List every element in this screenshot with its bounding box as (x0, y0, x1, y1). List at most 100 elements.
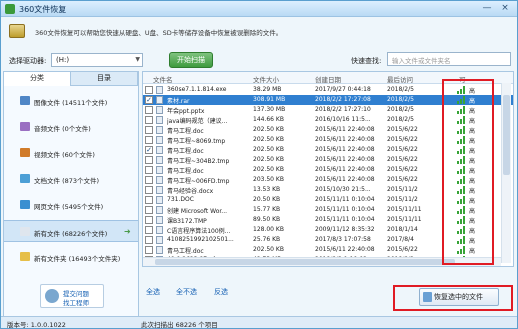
file-icon (156, 146, 163, 154)
category-item[interactable]: 音频文件 (0个文件) (4, 116, 138, 138)
file-icon (156, 196, 163, 204)
category-item[interactable]: 新有文件夹 (16493个文件夹) (4, 246, 138, 268)
category-item[interactable]: 新有文件 (68226个文件) ➜ (4, 220, 138, 242)
cell-size: 38.29 MB (253, 86, 282, 93)
status-bar: 版本号: 1.0.0.1022 此次扫描出 68226 个项目 (1, 316, 517, 329)
select-none-link[interactable]: 全不选 (176, 287, 197, 297)
category-item[interactable]: 图像文件 (14511个文件) (4, 90, 138, 112)
tab-directory[interactable]: 目录 (71, 72, 138, 86)
row-checkbox[interactable] (145, 86, 153, 94)
row-checkbox[interactable] (145, 166, 153, 174)
cell-size: 137.30 MB (253, 106, 286, 113)
cell-created: 2015/11/11 0:10:04 (315, 206, 375, 213)
cell-name: 360se7.1.1.814.exe (167, 86, 227, 93)
file-icon (156, 86, 163, 94)
cell-size: 202.50 KB (253, 136, 284, 143)
cell-name: 创建 Microsoft Wor... (167, 208, 228, 215)
document-icon (20, 174, 30, 183)
file-icon (156, 246, 163, 254)
category-label: 新有文件 (68226个文件) (34, 230, 108, 238)
row-checkbox[interactable] (145, 106, 153, 114)
cell-name: 青马工程.doc (167, 248, 204, 255)
row-checkbox[interactable] (145, 236, 153, 244)
row-checkbox[interactable]: ✓ (145, 146, 153, 154)
row-checkbox[interactable] (145, 226, 153, 234)
help-line2: 找工程师 (63, 299, 89, 307)
cell-size: 128.00 KB (253, 226, 284, 233)
scroll-thumb[interactable] (503, 95, 510, 175)
submit-question-button[interactable]: 提交问题 找工程师 (40, 284, 104, 308)
minimize-button[interactable]: — (479, 3, 495, 15)
category-item[interactable]: 网页文件 (5495个文件) (4, 194, 138, 216)
header-accessed[interactable]: 最后访问 (387, 74, 413, 84)
tab-category[interactable]: 分类 (4, 72, 71, 86)
row-checkbox[interactable] (145, 156, 153, 164)
close-button[interactable]: × (497, 3, 513, 15)
cell-size: 202.50 KB (253, 126, 284, 133)
category-item[interactable]: 文档文件 (873个文件) (4, 168, 138, 190)
cell-name: 青马工程~006FD.tmp (167, 178, 230, 185)
cell-name: 素材.rar (167, 98, 190, 105)
file-icon (156, 176, 163, 184)
cell-size: 144.66 KB (253, 116, 284, 123)
file-icon (156, 106, 163, 114)
invert-selection-link[interactable]: 反选 (214, 287, 228, 297)
cell-name: 课B3172.TMP (167, 218, 207, 225)
cell-created: 2015/6/11 22:40:08 (315, 126, 375, 133)
cell-created: 2015/6/11 22:40:08 (315, 176, 375, 183)
cell-name: 731.DOC (167, 196, 194, 203)
file-icon (156, 216, 163, 224)
sidebar-tabs: 分类 目录 (4, 72, 138, 86)
cell-name: 青马经验谷.docx (167, 188, 214, 195)
cell-size: 20.50 KB (253, 196, 281, 203)
file-icon (156, 126, 163, 134)
header-name[interactable]: 文件名 (153, 74, 173, 84)
cell-name: 青马工程.doc (167, 128, 204, 135)
row-checkbox[interactable] (145, 206, 153, 214)
file-icon (156, 156, 163, 164)
cell-created: 2015/10/30 21:5... (315, 186, 371, 193)
drive-bar: 选择驱动器: (H:) ▼ 开始扫描 快速查找: 输入文件或文件夹名 (1, 49, 517, 71)
row-checkbox[interactable] (145, 246, 153, 254)
file-icon (156, 116, 163, 124)
scroll-thumb-h[interactable] (155, 259, 455, 265)
app-window: 360文件恢复 — × 360文件恢复可以帮助您快速从硬盘、U盘、SD卡等储存设… (0, 0, 518, 329)
row-checkbox[interactable] (145, 176, 153, 184)
category-label: 视频文件 (60个文件) (34, 151, 95, 159)
engineer-avatar-icon (45, 289, 59, 303)
vertical-scrollbar[interactable] (501, 83, 511, 263)
category-item[interactable]: 视频文件 (60个文件) (4, 142, 138, 164)
header-size[interactable]: 文件大小 (253, 74, 279, 84)
cell-created: 2015/6/11 22:40:08 (315, 166, 375, 173)
row-checkbox[interactable] (145, 186, 153, 194)
cell-size: 202.50 KB (253, 246, 284, 253)
row-checkbox[interactable]: ✓ (145, 96, 153, 104)
select-all-link[interactable]: 全选 (146, 287, 160, 297)
row-checkbox[interactable] (145, 216, 153, 224)
row-checkbox[interactable] (145, 126, 153, 134)
cell-created: 2018/2/2 17:27:10 (315, 106, 371, 113)
cell-size: 15.77 KB (253, 206, 281, 213)
file-icon (20, 227, 30, 236)
cell-created: 2009/11/12 8:35:32 (315, 226, 375, 233)
category-label: 图像文件 (14511个文件) (34, 99, 108, 107)
header-created[interactable]: 创建日期 (315, 74, 341, 84)
file-icon (156, 136, 163, 144)
search-input[interactable]: 输入文件或文件夹名 (387, 52, 511, 66)
arrow-right-icon: ➜ (124, 227, 131, 236)
cell-created: 2015/11/11 0:10:04 (315, 196, 375, 203)
drive-select[interactable]: (H:) ▼ (51, 53, 143, 67)
start-scan-button[interactable]: 开始扫描 (169, 52, 213, 68)
app-logo-icon (5, 4, 15, 14)
file-icon (156, 186, 163, 194)
cell-size: 202.50 KB (253, 156, 284, 163)
row-checkbox[interactable] (145, 196, 153, 204)
cell-created: 2015/6/11 22:40:08 (315, 146, 375, 153)
cell-created: 2015/6/11 22:40:08 (315, 136, 375, 143)
banner-text: 360文件恢复可以帮助您快速从硬盘、U盘、SD卡等储存设备中恢复被误删除的文件。 (35, 29, 283, 37)
cell-name: 青马工程.doc (167, 148, 204, 155)
row-checkbox[interactable] (145, 116, 153, 124)
cell-created: 2017/8/3 17:07:58 (315, 236, 371, 243)
file-icon (156, 166, 163, 174)
row-checkbox[interactable] (145, 136, 153, 144)
